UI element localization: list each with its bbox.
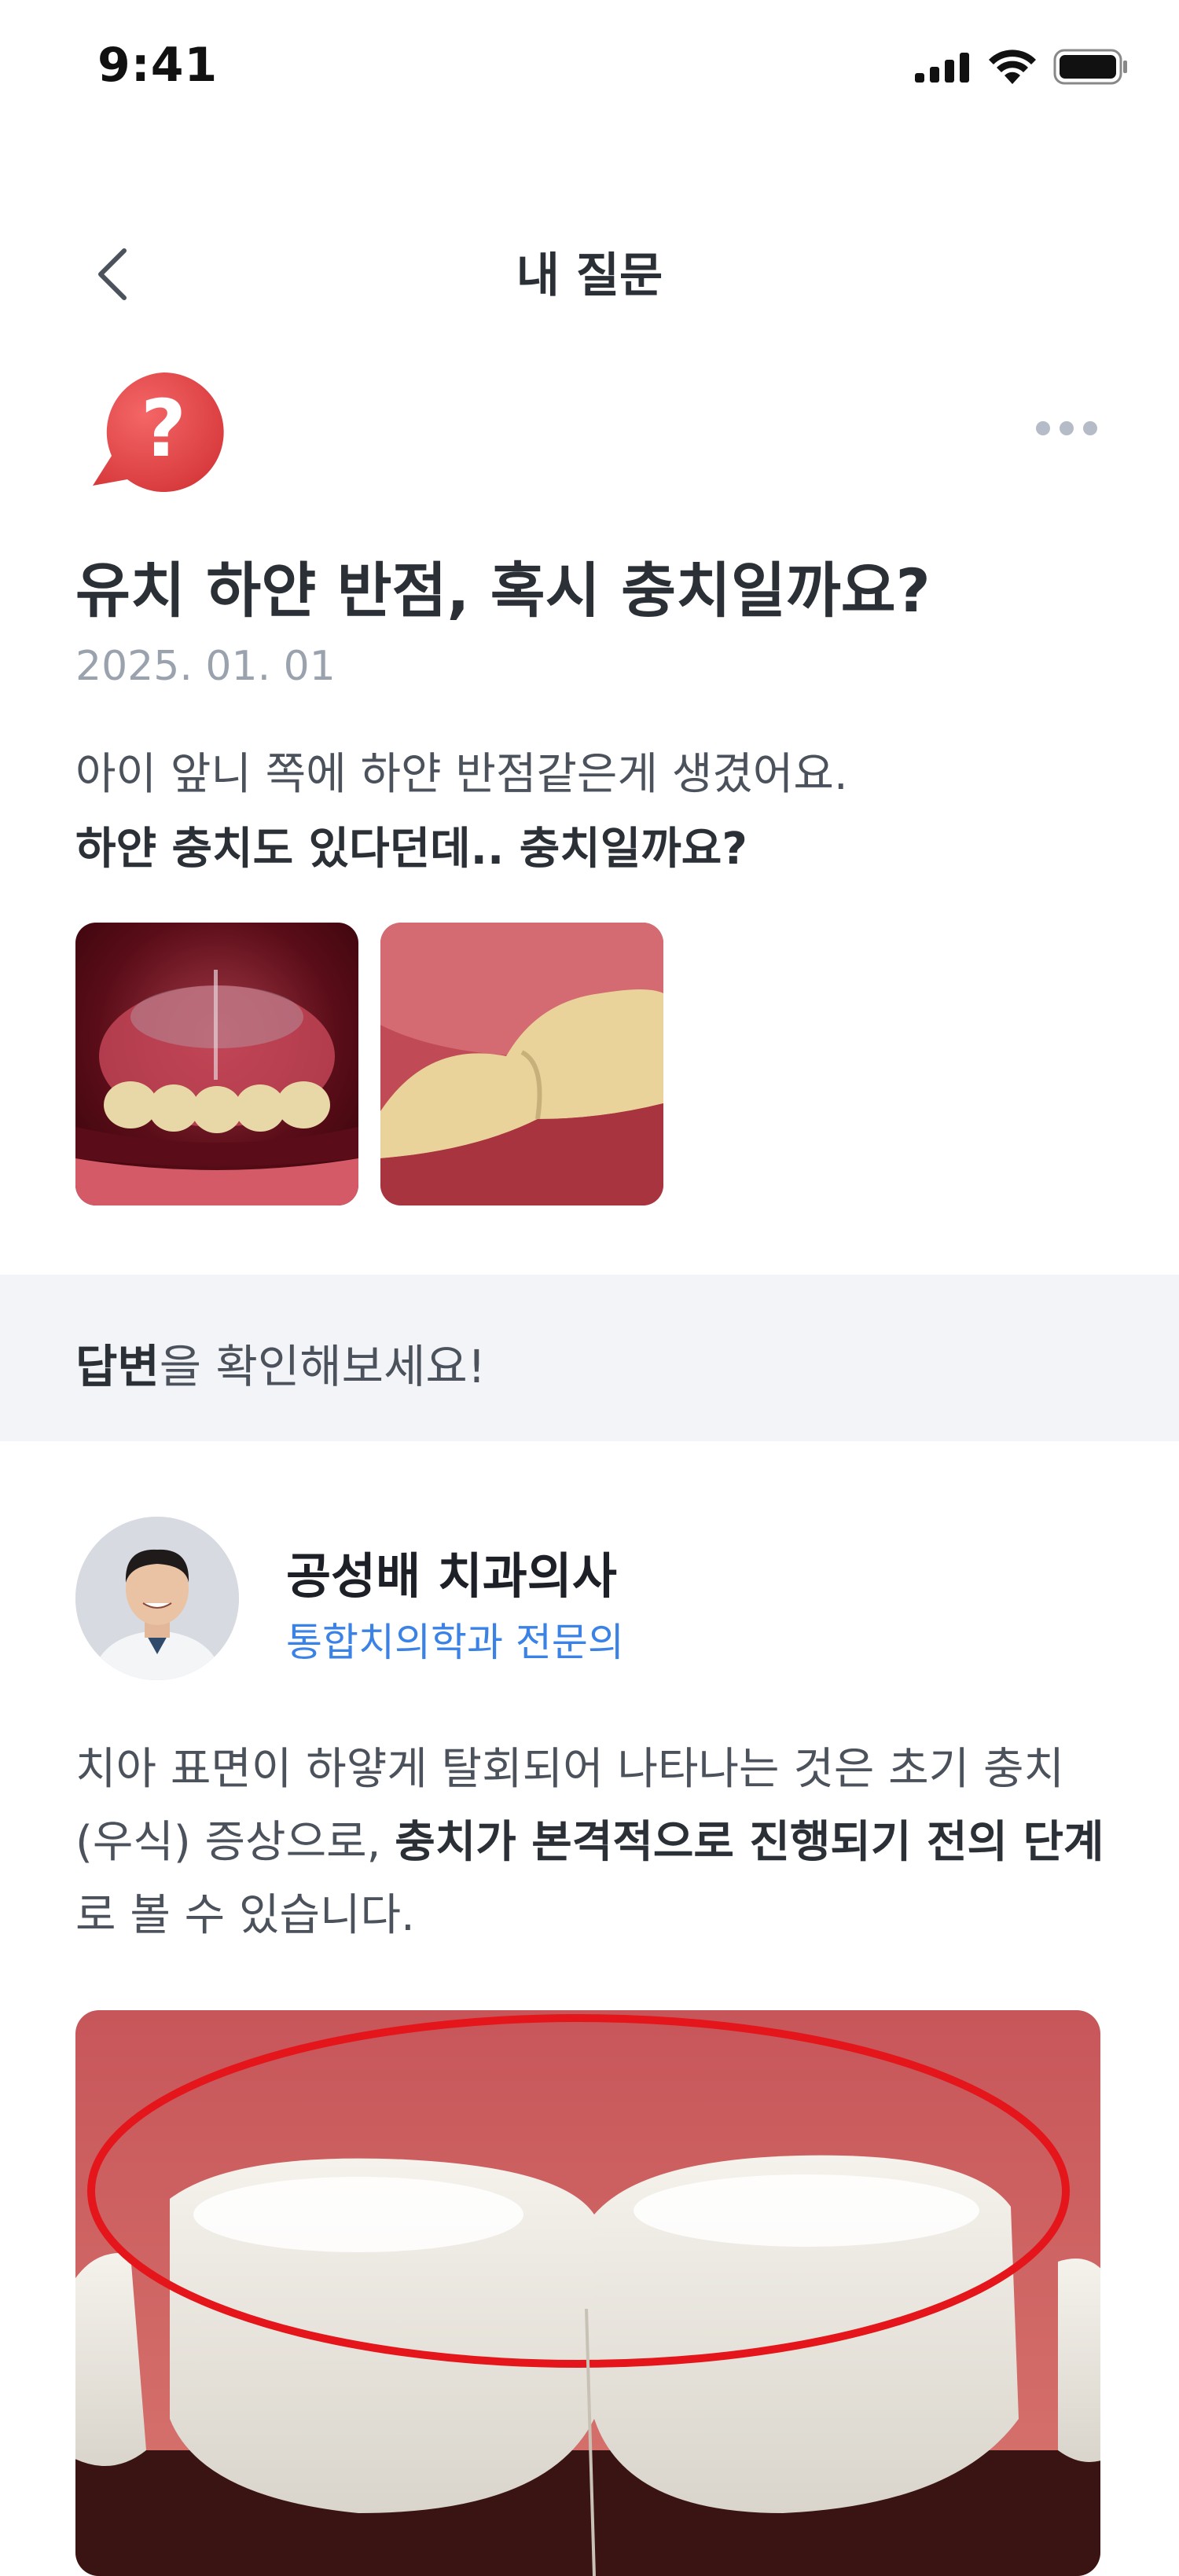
battery-icon [1053, 49, 1127, 85]
answer-banner-text: 답변을 확인해보세요! [75, 1330, 486, 1396]
answer-banner-bold: 답변 [75, 1340, 160, 1393]
question-date: 2025. 01. 01 [75, 643, 336, 690]
more-options-button[interactable] [1023, 409, 1110, 448]
question-body-line2: 하얀 충치도 있다던데.. 충치일까요? [75, 824, 747, 875]
question-bubble-icon: ? [86, 368, 225, 495]
answer-text-part3: 로 볼 수 있습니다. [75, 1890, 415, 1941]
doctor-avatar[interactable] [75, 1517, 239, 1680]
more-dots-icon [1036, 421, 1050, 435]
wifi-icon [989, 50, 1036, 84]
page-title: 내 질문 [516, 248, 663, 303]
status-time: 9:41 [97, 38, 219, 93]
answer-banner: 답변을 확인해보세요! [0, 1275, 1179, 1441]
answer-illustration-image[interactable] [75, 2010, 1100, 2576]
question-photo-2[interactable] [380, 923, 663, 1205]
status-bar: 9:41 [0, 0, 1179, 141]
svg-text:?: ? [141, 383, 186, 475]
answer-banner-rest: 을 확인해보세요! [159, 1340, 486, 1393]
doctor-specialty[interactable]: 통합치의학과 전문의 [286, 1611, 624, 1668]
answer-text: 치아 표면이 하얗게 탈회되어 나타나는 것은 초기 충치(우식) 증상으로, … [75, 1733, 1113, 1952]
answer-text-emphasis: 충치가 본격적으로 진행되기 전의 단계 [395, 1817, 1104, 1868]
nav-bar: 내 질문 [0, 196, 1179, 338]
question-title: 유치 하얀 반점, 혹시 충치일까요? [75, 556, 931, 626]
question-body-line1: 아이 앞니 쪽에 하얀 반점같은게 생겼어요. [75, 749, 848, 800]
signal-icon [915, 53, 969, 83]
doctor-name: 공성배 치과의사 [286, 1547, 617, 1605]
question-photo-1[interactable] [75, 923, 358, 1205]
status-icons [915, 49, 1129, 85]
